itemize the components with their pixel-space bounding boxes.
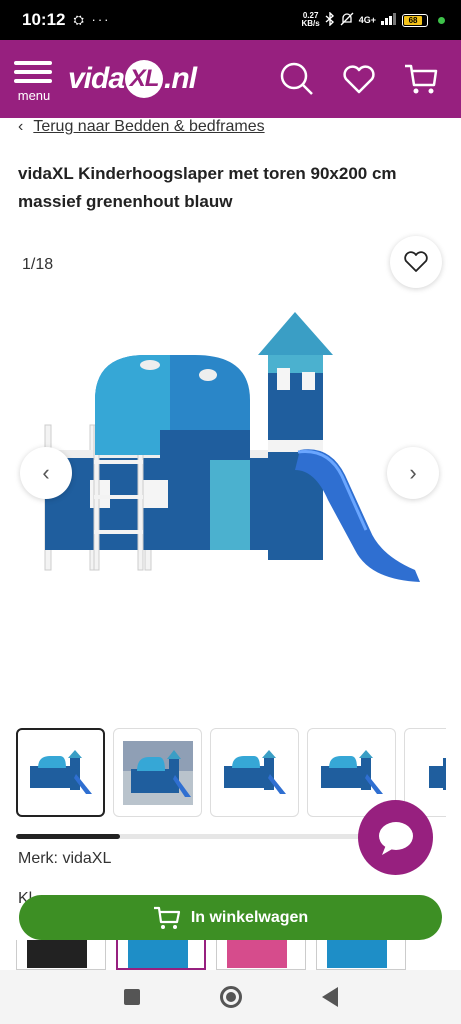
system-navigation-bar — [0, 970, 461, 1024]
mute-alarm-icon — [340, 12, 354, 29]
header-actions — [279, 61, 439, 97]
battery-icon: 68 — [402, 13, 428, 27]
chat-bubble-icon — [378, 821, 413, 855]
chevron-right-icon: › — [409, 460, 417, 485]
status-right-group: 0.27 KB/s 4G+ 68 — [302, 10, 445, 29]
network-type: 4G+ — [358, 15, 376, 25]
cart-icon — [153, 906, 180, 929]
gallery-scroll-indicator — [16, 834, 361, 839]
gallery-scroll-fill — [16, 834, 120, 839]
network-speed: 0.27 KB/s — [302, 12, 320, 28]
menu-button[interactable]: menu — [14, 56, 54, 103]
battery-level: 68 — [404, 15, 423, 25]
hamburger-icon — [14, 60, 54, 83]
variant-option[interactable] — [216, 940, 306, 970]
favorite-button[interactable] — [390, 236, 442, 288]
status-notification-icons: ⛭ ··· — [73, 12, 111, 27]
chevron-left-icon: ‹ — [42, 460, 50, 485]
color-variants — [16, 940, 406, 970]
logo-xl-badge: XL — [125, 60, 164, 98]
back-button[interactable] — [321, 987, 338, 1007]
variant-option[interactable] — [16, 940, 106, 970]
search-icon[interactable] — [279, 61, 315, 97]
previous-image-button[interactable]: ‹ — [20, 447, 72, 499]
heart-icon[interactable] — [341, 61, 377, 97]
privacy-indicator-dot — [438, 16, 445, 24]
menu-label: menu — [17, 87, 51, 103]
heart-icon — [404, 251, 428, 272]
brand-label: Merk: vidaXL — [18, 850, 112, 867]
thumbnail[interactable] — [16, 728, 105, 817]
status-bar: 10:12 ⛭ ··· 0.27 KB/s 4G+ 68 — [0, 0, 461, 40]
back-to-category-link[interactable]: Terug naar Bedden & bedframes — [33, 118, 264, 135]
chevron-left-icon: ‹ — [18, 118, 24, 135]
thumbnail[interactable] — [113, 728, 202, 817]
variant-option[interactable] — [316, 940, 406, 970]
site-header: menu vida XL .nl — [0, 40, 461, 118]
logo-text-right: .nl — [164, 62, 197, 95]
logo-text-left: vida — [68, 62, 125, 95]
product-title: vidaXL Kinderhoogslaper met toren 90x200… — [18, 164, 397, 211]
signal-icon — [381, 12, 397, 28]
add-to-cart-button[interactable]: In winkelwagen — [19, 895, 442, 940]
breadcrumb: ‹ Terug naar Bedden & bedframes — [18, 118, 265, 136]
thumbnail[interactable] — [210, 728, 299, 817]
network-speed-unit: KB/s — [301, 19, 320, 28]
add-to-cart-label: In winkelwagen — [190, 908, 309, 926]
bluetooth-icon — [325, 10, 335, 29]
chat-button[interactable] — [358, 800, 433, 875]
status-time: 10:12 — [22, 10, 66, 29]
cart-icon[interactable] — [403, 61, 439, 97]
image-counter: 1/18 — [22, 256, 54, 273]
home-button[interactable] — [219, 986, 242, 1008]
product-image[interactable] — [30, 300, 430, 600]
recent-apps-button[interactable] — [123, 989, 140, 1005]
next-image-button[interactable]: › — [387, 447, 439, 499]
variant-option[interactable] — [116, 940, 206, 970]
vidaxl-logo[interactable]: vida XL .nl — [68, 60, 197, 98]
